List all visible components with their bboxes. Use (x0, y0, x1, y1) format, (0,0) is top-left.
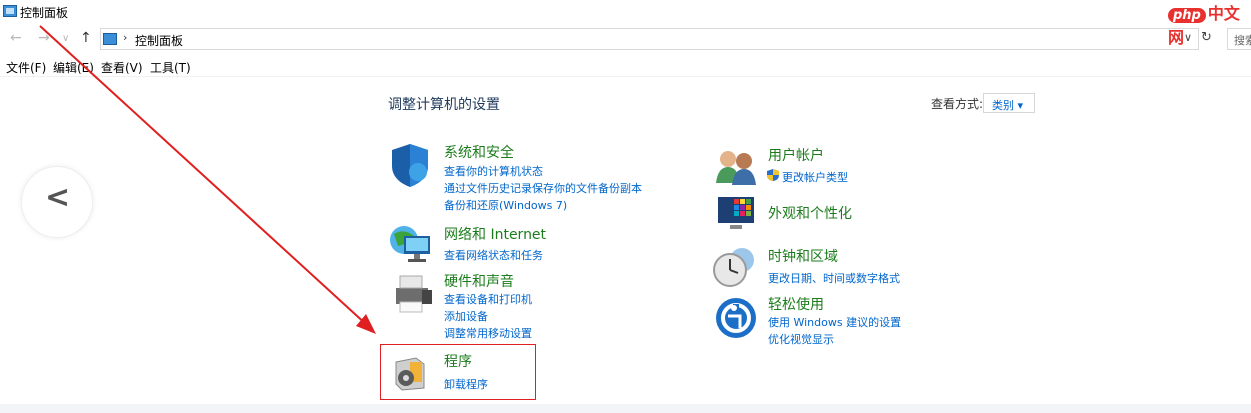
status-strip (0, 404, 1251, 413)
annotation-arrow (39, 25, 376, 334)
